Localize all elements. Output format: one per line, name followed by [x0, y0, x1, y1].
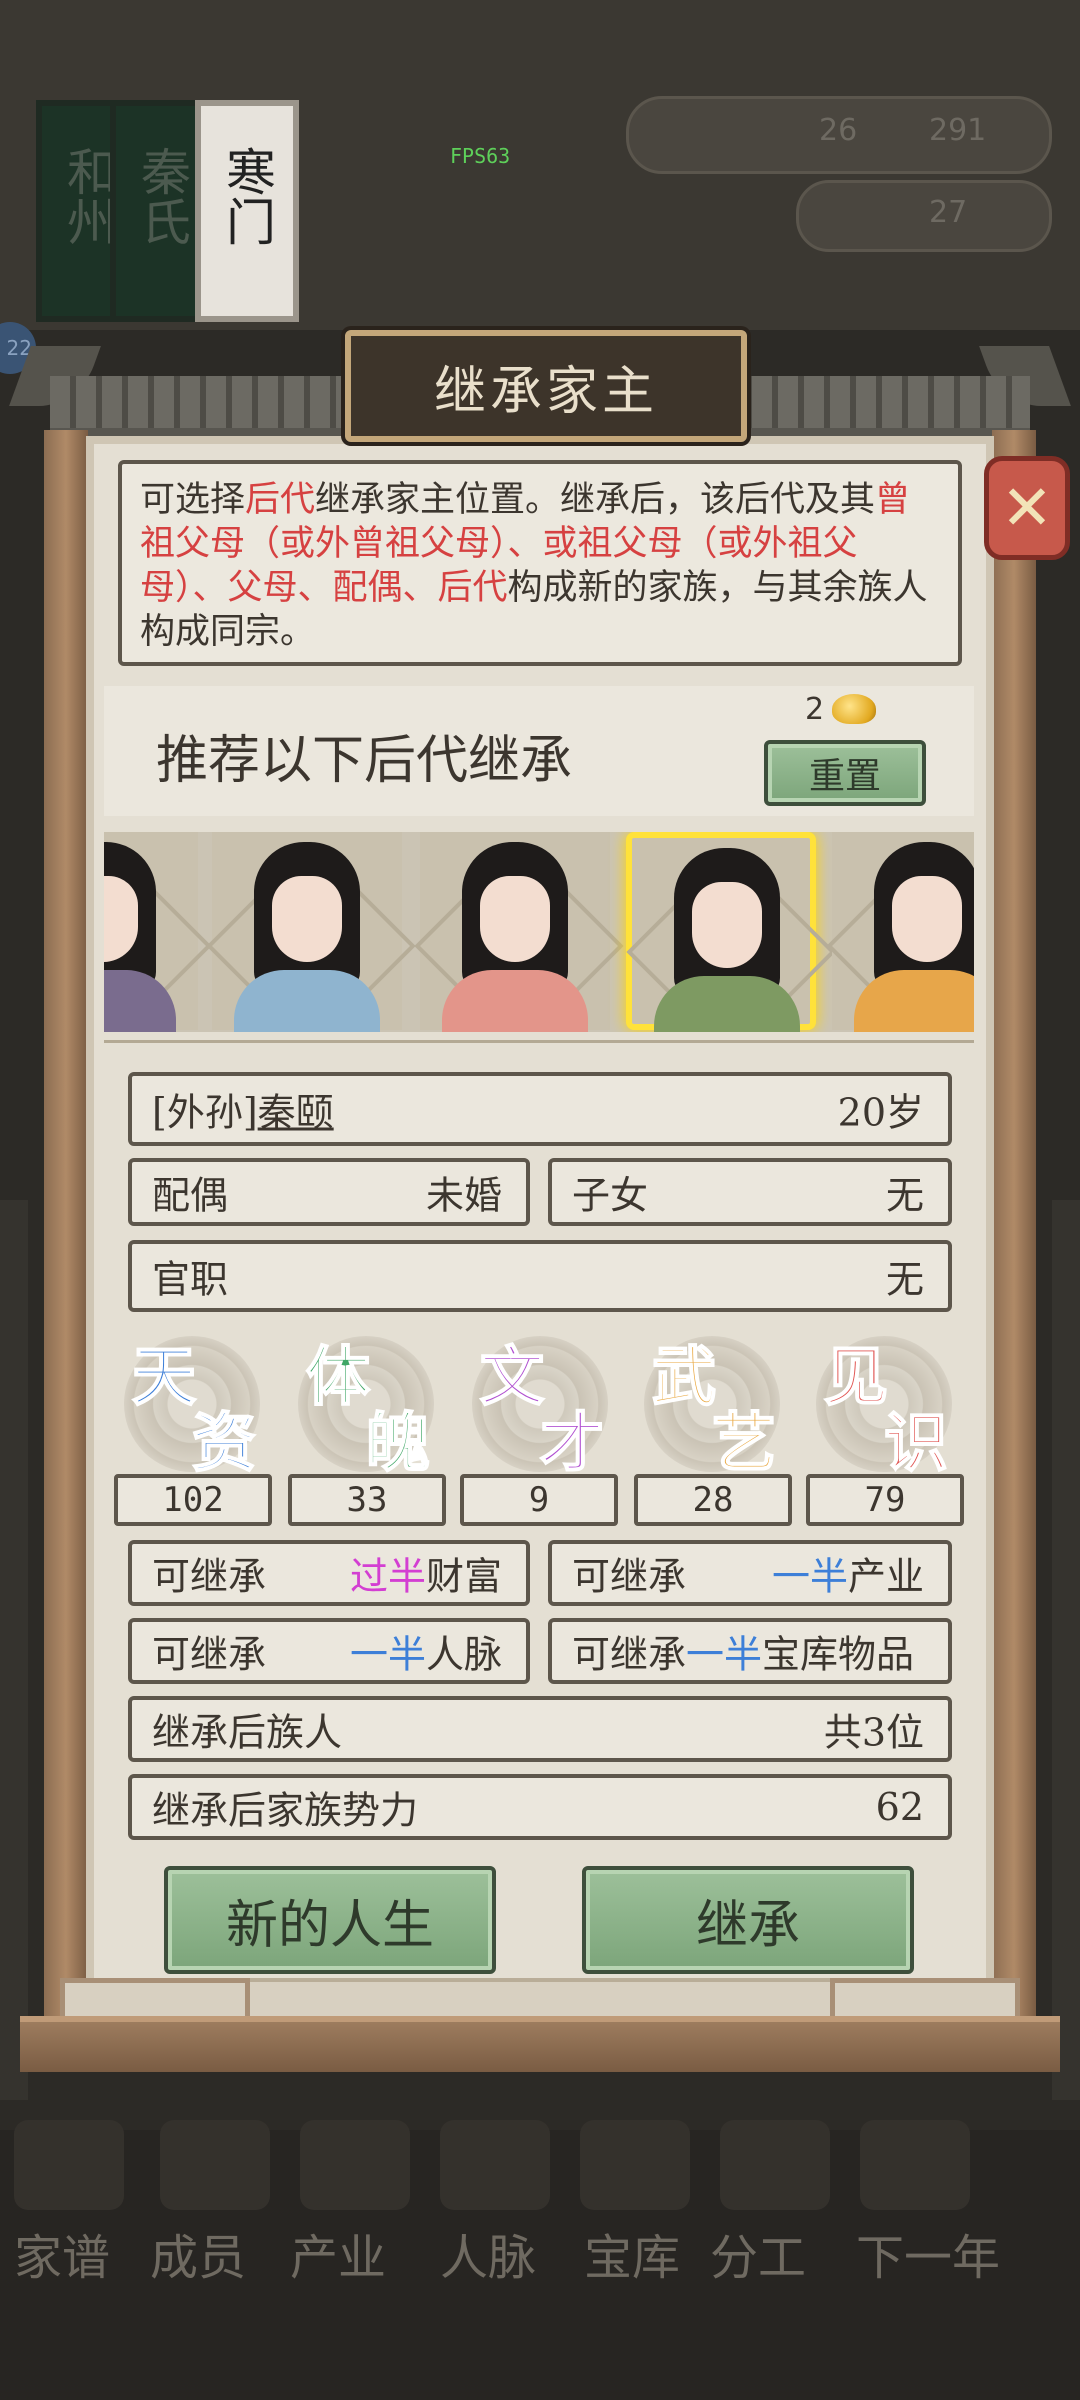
modal-pillar-left: [44, 430, 88, 2050]
reset-button[interactable]: 重置: [764, 740, 926, 806]
nav-industry: 产业: [290, 2230, 387, 2286]
close-button[interactable]: ✕: [984, 456, 1070, 560]
inherit-description: 可选择后代继承家主位置。继承后，该后代及其曾祖父母（或外曾祖父母）、或祖父母（或…: [118, 460, 962, 666]
descendant-portrait[interactable]: [104, 832, 212, 1032]
new-life-button[interactable]: 新的人生: [164, 1866, 496, 1974]
modal-title: 继承家主: [433, 361, 658, 422]
section-divider: [104, 1040, 974, 1057]
spouse-value: 未婚: [425, 1173, 502, 1218]
attr-martial-value: 28: [634, 1474, 792, 1526]
resource-bar: 26 291: [626, 96, 1052, 174]
gold-ingot-icon: [832, 694, 876, 724]
inherit-wealth-row: 可继承 过半财富: [128, 1540, 530, 1606]
gold-bar: 27: [796, 180, 1052, 252]
nav-network: 人脉: [440, 2230, 537, 2286]
members-icon: [160, 2120, 270, 2210]
attr-martial-icon: 武 艺: [634, 1326, 794, 1482]
office-row: 官职 无: [128, 1240, 952, 1312]
inherit-network-row: 可继承 一半人脉: [128, 1618, 530, 1684]
industry-icon: [300, 2120, 410, 2210]
spouse-row: 配偶 未婚: [128, 1158, 530, 1226]
attr-literary-icon: 文 才: [462, 1326, 622, 1482]
background-panel-right: [1052, 1200, 1080, 2100]
children-row: 子女 无: [548, 1158, 952, 1226]
attr-insight-icon: 见 识: [806, 1326, 966, 1482]
attr-physique-value: 33: [288, 1474, 446, 1526]
labor-icon: [720, 2120, 830, 2210]
children-value: 无: [885, 1173, 924, 1218]
descendant-portrait-selected[interactable]: [626, 832, 836, 1032]
next-year-icon: [860, 2120, 970, 2210]
power-after-row: 继承后家族势力 62: [128, 1774, 952, 1840]
office-value: 无: [885, 1257, 924, 1302]
modal-base-beam: [20, 2016, 1060, 2072]
inherit-button[interactable]: 继承: [582, 1866, 914, 1974]
descendant-portrait[interactable]: [414, 832, 624, 1032]
heir-name[interactable]: 秦颐: [258, 1091, 334, 1135]
family-tree-icon: [14, 2120, 124, 2210]
modal-title-plate: 继承家主: [345, 330, 747, 442]
descendant-carousel[interactable]: [104, 832, 974, 1032]
background-panel-left: [0, 1200, 28, 2100]
nav-labor: 分工: [710, 2230, 807, 2286]
nav-members: 成员: [150, 2230, 247, 2286]
members-after-value: 共3位: [823, 1710, 924, 1755]
heir-age: 20岁: [837, 1090, 924, 1135]
descendant-portrait[interactable]: [826, 832, 974, 1032]
recommend-text: 推荐以下后代继承: [156, 731, 573, 791]
heir-relation: [外孙]: [152, 1090, 258, 1135]
attr-talent-icon: 天 资: [114, 1326, 274, 1482]
attr-insight-value: 79: [806, 1474, 964, 1526]
status-banner: 寒门: [195, 100, 299, 322]
close-x-icon: ✕: [1001, 471, 1053, 544]
fps-counter: FPS63: [450, 144, 511, 168]
network-icon: [440, 2120, 550, 2210]
members-after-row: 继承后族人 共3位: [128, 1696, 952, 1762]
attr-physique-icon: 体 魄: [288, 1326, 448, 1482]
nav-vault: 宝库: [584, 2230, 681, 2286]
attr-talent-value: 102: [114, 1474, 272, 1526]
power-after-value: 62: [875, 1785, 924, 1829]
modal-pillar-right: [992, 430, 1036, 2050]
nav-next-year: 下一年: [856, 2230, 1001, 2286]
inherit-vault-row: 可继承一半宝库物品: [548, 1618, 952, 1684]
descendant-portrait[interactable]: [206, 832, 416, 1032]
heir-name-row: [外孙]秦颐 20岁: [128, 1072, 952, 1146]
nav-family-tree: 家谱: [14, 2230, 111, 2286]
reset-cost: 2: [805, 692, 825, 727]
attr-literary-value: 9: [460, 1474, 618, 1526]
inherit-property-row: 可继承 一半产业: [548, 1540, 952, 1606]
vault-icon: [580, 2120, 690, 2210]
